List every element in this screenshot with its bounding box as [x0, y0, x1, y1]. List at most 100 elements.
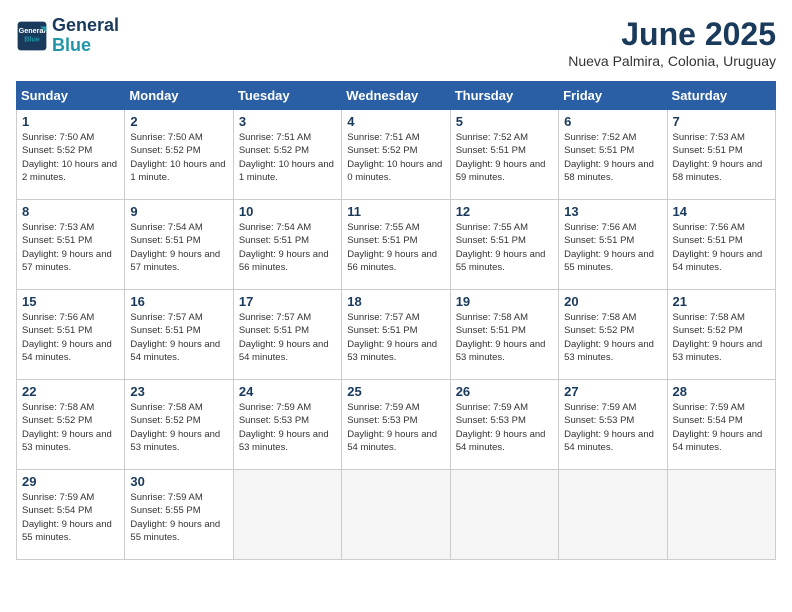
daylight-label: Daylight: 9 hours and 54 minutes. — [673, 429, 763, 453]
sunset-label: Sunset: 5:51 PM — [564, 235, 634, 246]
sunrise-label: Sunrise: 7:51 AM — [347, 132, 419, 143]
calendar-day-cell: 25 Sunrise: 7:59 AM Sunset: 5:53 PM Dayl… — [342, 380, 450, 470]
day-info: Sunrise: 7:58 AM Sunset: 5:51 PM Dayligh… — [456, 311, 553, 364]
calendar-week-row: 15 Sunrise: 7:56 AM Sunset: 5:51 PM Dayl… — [17, 290, 776, 380]
daylight-label: Daylight: 9 hours and 53 minutes. — [673, 339, 763, 363]
sunrise-label: Sunrise: 7:57 AM — [130, 312, 202, 323]
day-info: Sunrise: 7:54 AM Sunset: 5:51 PM Dayligh… — [130, 221, 227, 274]
calendar-day-cell — [559, 470, 667, 560]
sunrise-label: Sunrise: 7:58 AM — [130, 402, 202, 413]
sunset-label: Sunset: 5:53 PM — [239, 415, 309, 426]
sunrise-label: Sunrise: 7:57 AM — [239, 312, 311, 323]
calendar-day-cell: 13 Sunrise: 7:56 AM Sunset: 5:51 PM Dayl… — [559, 200, 667, 290]
day-number: 12 — [456, 204, 553, 219]
day-info: Sunrise: 7:51 AM Sunset: 5:52 PM Dayligh… — [239, 131, 336, 184]
day-info: Sunrise: 7:52 AM Sunset: 5:51 PM Dayligh… — [456, 131, 553, 184]
calendar-day-cell — [342, 470, 450, 560]
sunset-label: Sunset: 5:52 PM — [130, 415, 200, 426]
daylight-label: Daylight: 9 hours and 53 minutes. — [22, 429, 112, 453]
day-of-week-header: Thursday — [450, 82, 558, 110]
day-number: 15 — [22, 294, 119, 309]
sunrise-label: Sunrise: 7:53 AM — [22, 222, 94, 233]
calendar-day-cell — [233, 470, 341, 560]
day-number: 11 — [347, 204, 444, 219]
sunrise-label: Sunrise: 7:59 AM — [673, 402, 745, 413]
calendar-day-cell: 17 Sunrise: 7:57 AM Sunset: 5:51 PM Dayl… — [233, 290, 341, 380]
day-number: 25 — [347, 384, 444, 399]
logo-icon: General Blue — [16, 20, 48, 52]
calendar-day-cell: 28 Sunrise: 7:59 AM Sunset: 5:54 PM Dayl… — [667, 380, 775, 470]
sunset-label: Sunset: 5:51 PM — [673, 145, 743, 156]
day-of-week-header: Sunday — [17, 82, 125, 110]
sunrise-label: Sunrise: 7:50 AM — [22, 132, 94, 143]
daylight-label: Daylight: 9 hours and 56 minutes. — [347, 249, 437, 273]
day-number: 20 — [564, 294, 661, 309]
daylight-label: Daylight: 10 hours and 1 minute. — [239, 159, 334, 183]
day-number: 18 — [347, 294, 444, 309]
sunrise-label: Sunrise: 7:58 AM — [456, 312, 528, 323]
day-info: Sunrise: 7:58 AM Sunset: 5:52 PM Dayligh… — [564, 311, 661, 364]
day-info: Sunrise: 7:58 AM Sunset: 5:52 PM Dayligh… — [22, 401, 119, 454]
daylight-label: Daylight: 9 hours and 54 minutes. — [22, 339, 112, 363]
calendar-day-cell: 10 Sunrise: 7:54 AM Sunset: 5:51 PM Dayl… — [233, 200, 341, 290]
sunset-label: Sunset: 5:51 PM — [22, 235, 92, 246]
sunrise-label: Sunrise: 7:59 AM — [130, 492, 202, 503]
daylight-label: Daylight: 9 hours and 55 minutes. — [22, 519, 112, 543]
day-number: 4 — [347, 114, 444, 129]
sunrise-label: Sunrise: 7:55 AM — [347, 222, 419, 233]
sunrise-label: Sunrise: 7:51 AM — [239, 132, 311, 143]
sunrise-label: Sunrise: 7:52 AM — [564, 132, 636, 143]
calendar-day-cell: 20 Sunrise: 7:58 AM Sunset: 5:52 PM Dayl… — [559, 290, 667, 380]
day-info: Sunrise: 7:55 AM Sunset: 5:51 PM Dayligh… — [347, 221, 444, 274]
sunrise-label: Sunrise: 7:54 AM — [239, 222, 311, 233]
calendar-day-cell: 30 Sunrise: 7:59 AM Sunset: 5:55 PM Dayl… — [125, 470, 233, 560]
day-info: Sunrise: 7:57 AM Sunset: 5:51 PM Dayligh… — [130, 311, 227, 364]
sunset-label: Sunset: 5:51 PM — [564, 145, 634, 156]
sunset-label: Sunset: 5:51 PM — [239, 235, 309, 246]
day-number: 27 — [564, 384, 661, 399]
calendar-day-cell: 14 Sunrise: 7:56 AM Sunset: 5:51 PM Dayl… — [667, 200, 775, 290]
day-info: Sunrise: 7:58 AM Sunset: 5:52 PM Dayligh… — [673, 311, 770, 364]
daylight-label: Daylight: 9 hours and 54 minutes. — [456, 429, 546, 453]
daylight-label: Daylight: 9 hours and 53 minutes. — [347, 339, 437, 363]
day-info: Sunrise: 7:56 AM Sunset: 5:51 PM Dayligh… — [564, 221, 661, 274]
day-of-week-header: Tuesday — [233, 82, 341, 110]
sunset-label: Sunset: 5:51 PM — [673, 235, 743, 246]
calendar-day-cell: 9 Sunrise: 7:54 AM Sunset: 5:51 PM Dayli… — [125, 200, 233, 290]
day-info: Sunrise: 7:56 AM Sunset: 5:51 PM Dayligh… — [22, 311, 119, 364]
calendar-day-cell: 4 Sunrise: 7:51 AM Sunset: 5:52 PM Dayli… — [342, 110, 450, 200]
day-number: 16 — [130, 294, 227, 309]
day-of-week-header: Friday — [559, 82, 667, 110]
sunset-label: Sunset: 5:51 PM — [456, 235, 526, 246]
day-number: 24 — [239, 384, 336, 399]
logo-text: GeneralBlue — [52, 16, 119, 56]
sunset-label: Sunset: 5:53 PM — [564, 415, 634, 426]
sunrise-label: Sunrise: 7:59 AM — [347, 402, 419, 413]
calendar-header-row: SundayMondayTuesdayWednesdayThursdayFrid… — [17, 82, 776, 110]
calendar-day-cell: 24 Sunrise: 7:59 AM Sunset: 5:53 PM Dayl… — [233, 380, 341, 470]
day-number: 30 — [130, 474, 227, 489]
calendar-day-cell: 2 Sunrise: 7:50 AM Sunset: 5:52 PM Dayli… — [125, 110, 233, 200]
sunset-label: Sunset: 5:51 PM — [347, 325, 417, 336]
daylight-label: Daylight: 9 hours and 53 minutes. — [130, 429, 220, 453]
calendar-day-cell: 6 Sunrise: 7:52 AM Sunset: 5:51 PM Dayli… — [559, 110, 667, 200]
day-number: 10 — [239, 204, 336, 219]
calendar-week-row: 8 Sunrise: 7:53 AM Sunset: 5:51 PM Dayli… — [17, 200, 776, 290]
title-area: June 2025 Nueva Palmira, Colonia, Urugua… — [568, 16, 776, 69]
sunrise-label: Sunrise: 7:59 AM — [22, 492, 94, 503]
sunrise-label: Sunrise: 7:59 AM — [456, 402, 528, 413]
day-info: Sunrise: 7:58 AM Sunset: 5:52 PM Dayligh… — [130, 401, 227, 454]
day-number: 3 — [239, 114, 336, 129]
sunrise-label: Sunrise: 7:50 AM — [130, 132, 202, 143]
day-number: 1 — [22, 114, 119, 129]
day-number: 26 — [456, 384, 553, 399]
calendar-day-cell: 7 Sunrise: 7:53 AM Sunset: 5:51 PM Dayli… — [667, 110, 775, 200]
daylight-label: Daylight: 9 hours and 55 minutes. — [130, 519, 220, 543]
daylight-label: Daylight: 9 hours and 55 minutes. — [456, 249, 546, 273]
sunrise-label: Sunrise: 7:58 AM — [673, 312, 745, 323]
day-info: Sunrise: 7:54 AM Sunset: 5:51 PM Dayligh… — [239, 221, 336, 274]
daylight-label: Daylight: 9 hours and 57 minutes. — [22, 249, 112, 273]
calendar-day-cell — [667, 470, 775, 560]
day-of-week-header: Saturday — [667, 82, 775, 110]
day-info: Sunrise: 7:59 AM Sunset: 5:54 PM Dayligh… — [22, 491, 119, 544]
